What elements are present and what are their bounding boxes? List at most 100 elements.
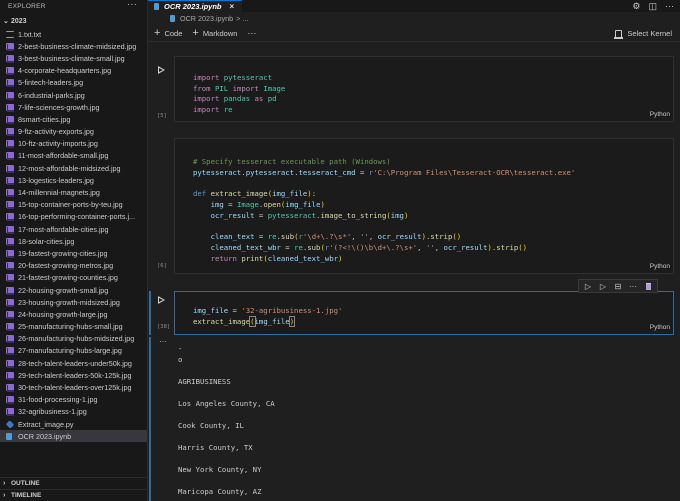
file-item[interactable]: 5-fintech-leaders.jpg [0,77,147,89]
image-file-icon [6,115,14,124]
select-kernel-button[interactable]: Select Kernel [614,25,672,42]
toolbar-more-icon[interactable]: ··· [247,28,256,38]
code-line: img = Image.open(img_file) [210,199,325,209]
file-item[interactable]: 16-top-performing-container-ports.j... [0,211,147,223]
file-item[interactable]: 4-corporate-headquarters.jpg [0,65,147,77]
file-item[interactable]: 10-ftz-activity-imports.jpg [0,138,147,150]
file-item[interactable]: 31-food-processing-1.jpg [0,394,147,406]
file-item[interactable]: 18-solar-cities.jpg [0,235,147,247]
outline-section[interactable]: › OUTLINE [0,477,147,489]
image-file-icon [6,323,14,332]
file-item[interactable]: 7-life-sciences-growth.jpg [0,101,147,113]
cell-output: ··· - o AGRIBUSINESS Los Angeles County, CA… [148,337,680,501]
file-item[interactable]: 25-manufacturing-hubs-small.jpg [0,321,147,333]
code-cell-2[interactable]: [6] # Specify tesseract executable path … [148,138,680,274]
file-item[interactable]: 22-housing-growth-small.jpg [0,284,147,296]
run-cell-icon[interactable] [158,296,165,304]
image-file-icon [6,335,14,344]
image-file-icon [6,79,14,88]
ellipsis-icon[interactable]: ··· [127,0,137,9]
add-markdown-cell-button[interactable]: + Markdown [192,27,238,39]
cell-language[interactable]: Python [650,263,670,270]
image-file-icon [6,128,14,137]
cell-focus-indicator [149,291,151,335]
image-file-icon [6,42,14,51]
code-line: pytesseract.pytesseract.tesseract_cmd = … [193,167,576,177]
file-label: 8smart-cities.jpg [18,114,71,124]
file-label: 25-manufacturing-hubs-small.jpg [18,322,123,332]
folder-2023[interactable]: ⌄ 2023 [0,14,147,28]
file-item[interactable]: 28-tech-talent-leaders-under50k.jpg [0,357,147,369]
file-item[interactable]: 6-industrial-parks.jpg [0,89,147,101]
image-file-icon [6,262,14,271]
image-file-icon [6,359,14,368]
file-label: OCR 2023.ipynb [18,431,72,441]
plus-icon: + [154,26,161,39]
output-line: Cook County, IL [178,421,244,430]
run-above-icon[interactable]: ▷ [584,282,592,291]
file-item[interactable]: 32-agribusiness-1.jpg [0,406,147,418]
file-item[interactable]: 3-best-business-climate-small.jpg [0,52,147,64]
code-cell-1[interactable]: [5] import pytesseract from PIL import I… [148,56,680,122]
breadcrumb-file[interactable]: OCR 2023.ipynb [180,14,233,23]
cell-language[interactable]: Python [650,111,670,118]
file-item[interactable]: 29-tech-talent-leaders-50k-125k.jpg [0,369,147,381]
file-item[interactable]: 8smart-cities.jpg [0,113,147,125]
file-item[interactable]: 30-tech-talent-leaders-over125k.jpg [0,381,147,393]
file-label: 12-most-affordable-midsized.jpg [18,163,121,173]
run-cell-icon[interactable] [158,66,165,74]
add-code-cell-button[interactable]: + Code [154,26,183,39]
run-below-icon[interactable]: ▷ [599,282,607,291]
gear-icon[interactable]: ⚙ [632,1,640,12]
cell-code: img_file = '32-agribusiness-1.jpg' extra… [193,295,342,327]
code-label: Code [164,28,183,38]
file-item[interactable]: 13-logestics-leaders.jpg [0,174,147,186]
file-item[interactable]: 15-top-container-ports-by-teu.jpg [0,199,147,211]
markdown-label: Markdown [202,28,238,38]
split-cell-icon[interactable]: ⊟ [614,282,622,291]
file-item[interactable]: 17-most-affordable-cities.jpg [0,223,147,235]
image-file-icon [6,54,14,63]
more-icon[interactable]: ··· [629,282,637,291]
tab-ocr-notebook[interactable]: OCR 2023.ipynb × [148,0,243,12]
timeline-section[interactable]: › TIMELINE [0,489,147,501]
file-item[interactable]: 12-most-affordable-midsized.jpg [0,162,147,174]
file-label: 24-housing-growth-large.jpg [18,309,108,319]
file-item[interactable]: 9-ftz-activity-exports.jpg [0,126,147,138]
delete-cell-icon[interactable] [644,282,652,290]
notebook-editor: OCR 2023.ipynb × ⚙ ◫ ··· OCR 2023.ipynb … [148,0,680,501]
file-item[interactable]: 24-housing-growth-large.jpg [0,308,147,320]
cell-language[interactable]: Python [650,324,670,331]
file-item[interactable]: 19-fastest-growing-cities.jpg [0,247,147,259]
code-line: clean_text = re.sub(r'\d+\.?\s*', '', oc… [210,232,462,242]
file-item[interactable]: Extract_image.py [0,418,147,430]
file-label: 23-housing-growth-midsized.jpg [18,297,120,307]
python-file-icon [5,419,15,429]
close-icon[interactable]: × [230,2,235,11]
file-item[interactable]: 1.txt.txt [0,28,147,40]
image-file-icon [6,347,14,356]
image-file-icon [6,164,14,173]
file-item[interactable]: 20-fastest-growing-metros.jpg [0,260,147,272]
file-label: 6-industrial-parks.jpg [18,90,85,100]
file-label: 26-manufacturing-hubs-midsized.jpg [18,334,135,344]
split-editor-icon[interactable]: ◫ [648,1,657,12]
file-item[interactable]: OCR 2023.ipynb [0,430,147,443]
image-file-icon [6,408,14,417]
file-item[interactable]: 26-manufacturing-hubs-midsized.jpg [0,333,147,345]
more-actions-icon[interactable]: ··· [665,1,674,11]
image-file-icon [6,91,14,100]
file-item[interactable]: 2-best-business-climate-midsized.jpg [0,40,147,52]
file-item[interactable]: 23-housing-growth-midsized.jpg [0,296,147,308]
breadcrumb-rest[interactable]: > ... [236,14,248,23]
file-item[interactable]: 21-fastest-growing-counties.jpg [0,272,147,284]
file-item[interactable]: 14-millennial-magnets.jpg [0,186,147,198]
code-line: cleaned_text_wbr = re.sub(r'(?<!\()\b\d+… [210,243,528,253]
code-cell-3[interactable]: [38] img_file = '32-agribusiness-1.jpg' … [148,279,680,335]
file-item[interactable]: 27-manufacturing-hubs-large.jpg [0,345,147,357]
output-menu-icon[interactable]: ··· [159,337,167,346]
file-item[interactable]: 11-most-affordable-small.jpg [0,150,147,162]
